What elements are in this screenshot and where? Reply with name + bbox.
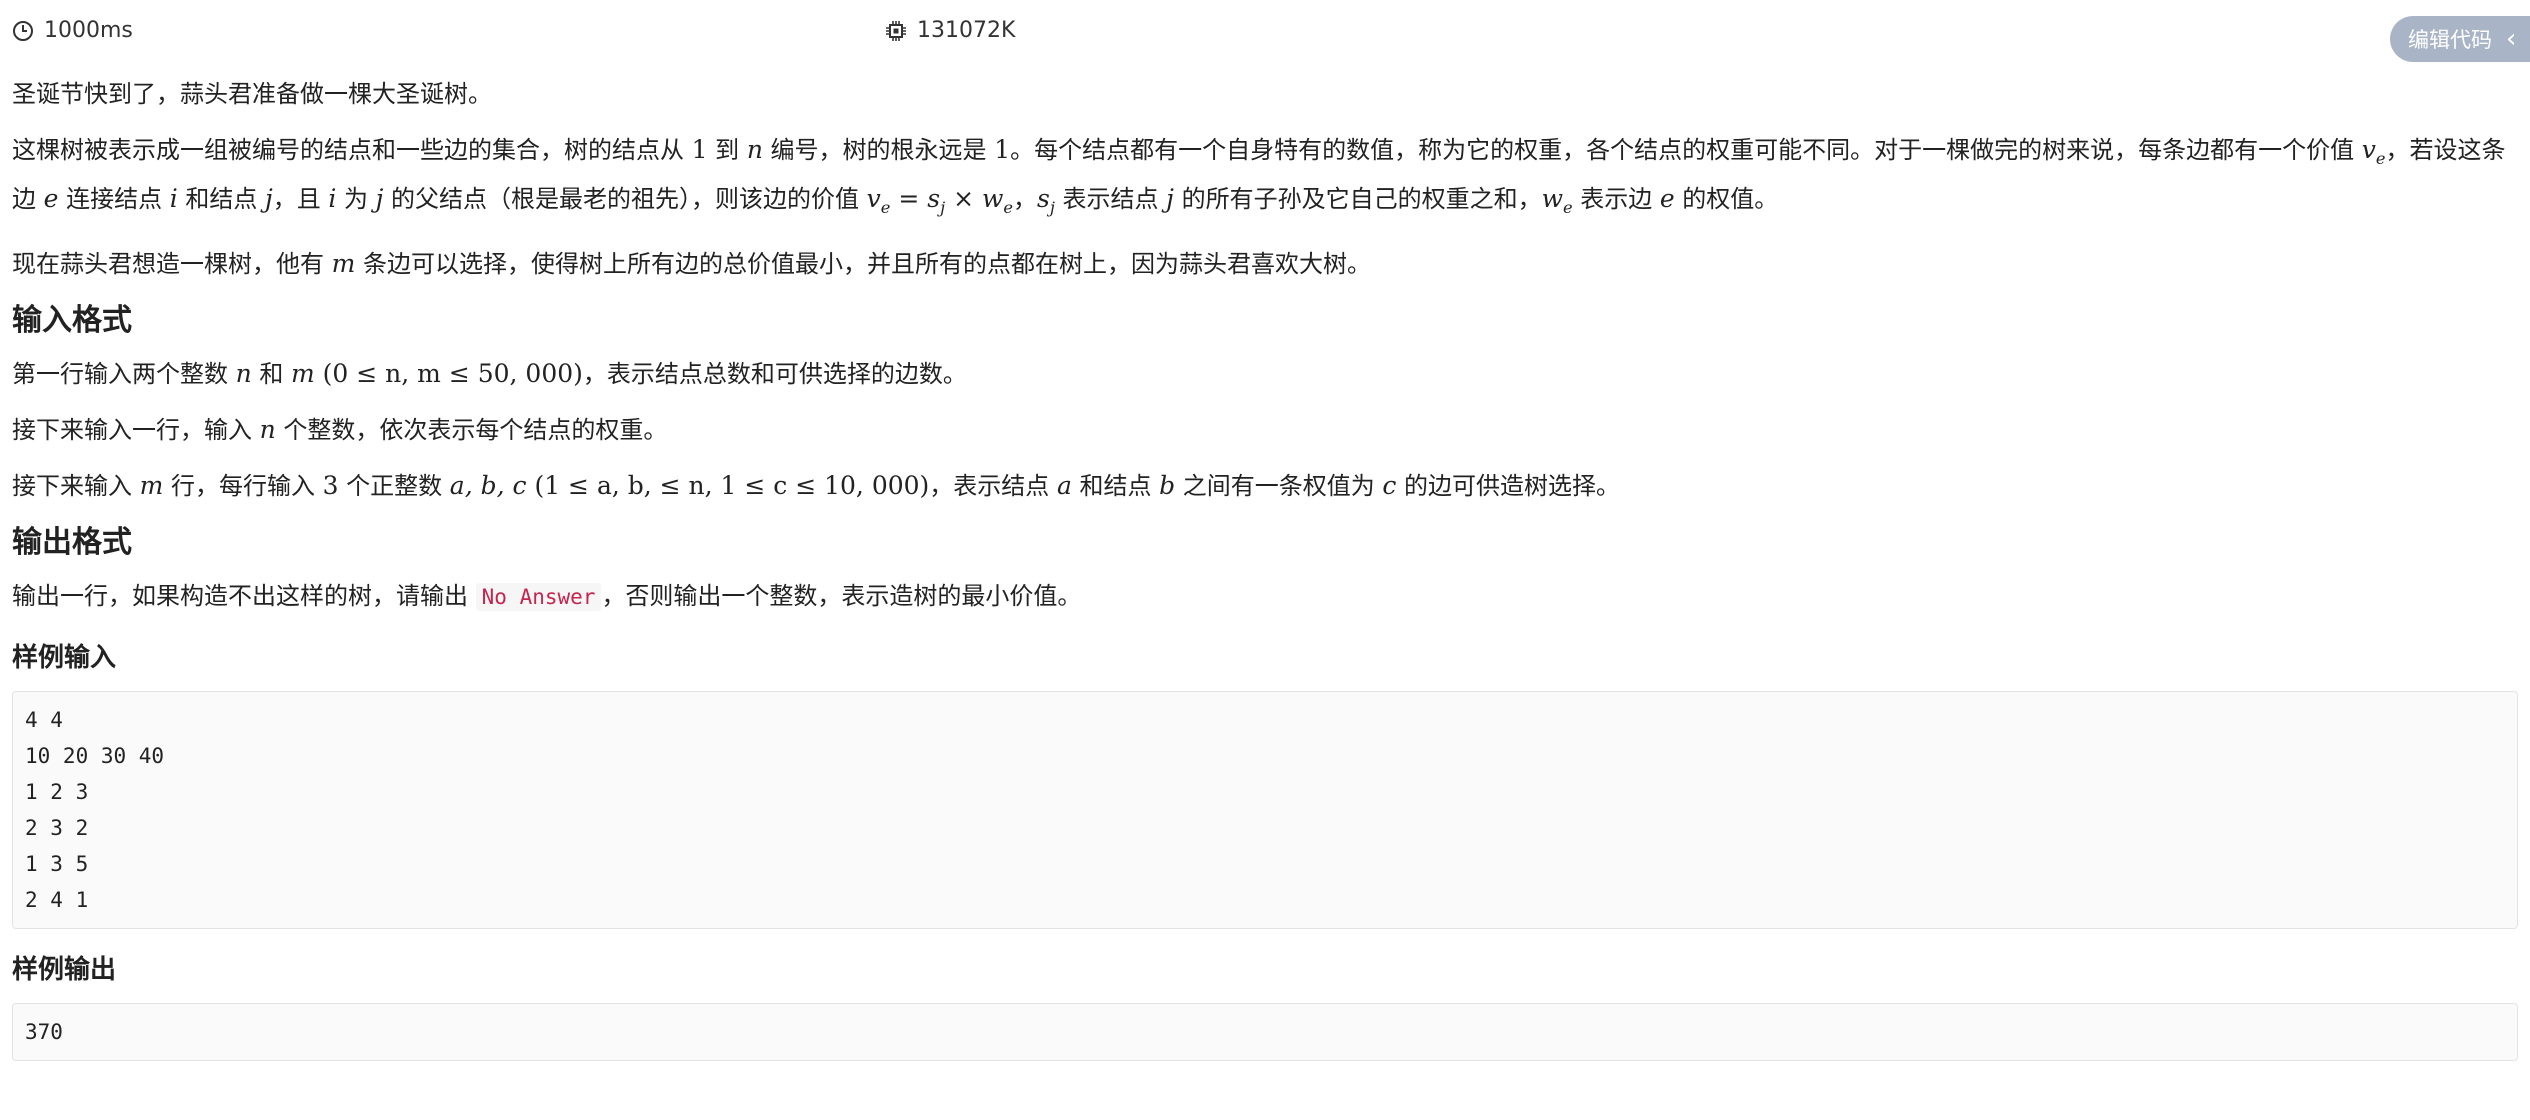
edit-code-button[interactable]: 编辑代码 ‹ [2390, 16, 2530, 62]
sample-output-line: 370 [25, 1020, 63, 1044]
time-limit: 1000ms [12, 18, 133, 43]
definition-paragraph: 这棵树被表示成一组被编号的结点和一些边的集合，树的结点从 1 到 n 编号，树的… [12, 135, 2506, 217]
sample-output-heading: 样例输出 [12, 955, 117, 985]
input-line-2: 接下来输入一行，输入 n 个整数，依次表示每个结点的权重。 [12, 415, 668, 444]
chevron-left-icon: ‹ [2506, 24, 2517, 54]
chip-icon [886, 20, 906, 41]
problem-content: 圣诞节快到了，蒜头君准备做一棵大圣诞树。 这棵树被表示成一组被编号的结点和一些边… [12, 74, 2518, 1061]
sample-input-line: 1 2 3 [25, 780, 89, 804]
sample-input-line: 2 3 2 [25, 816, 89, 840]
no-answer-code: No Answer [475, 583, 602, 611]
intro-paragraph: 圣诞节快到了，蒜头君准备做一棵大圣诞树。 [12, 80, 492, 108]
sample-input-line: 4 4 [25, 708, 63, 732]
input-format-heading: 输入格式 [12, 303, 132, 338]
sample-input-line: 1 3 5 [25, 852, 89, 876]
input-line-1: 第一行输入两个整数 n 和 m (0 ≤ n, m ≤ 50, 000)，表示结… [12, 359, 967, 388]
edit-code-label: 编辑代码 [2408, 28, 2492, 52]
memory-limit: 131072K [885, 18, 1015, 43]
output-line-1: 输出一行，如果构造不出这样的树，请输出 No Answer ，否则输出一个整数，表… [12, 582, 1082, 611]
memory-limit-value: 131072K [917, 18, 1016, 43]
problem-meta-bar: 1000ms 131072K 编辑代码 ‹ [12, 14, 2530, 62]
sample-input-heading: 样例输入 [12, 643, 117, 673]
sample-output-block[interactable]: 370 [12, 1003, 2518, 1061]
input-line-3: 接下来输入 m 行，每行输入 3 个正整数 a, b, c (1 ≤ a, b,… [12, 471, 1621, 500]
goal-paragraph: 现在蒜头君想造一棵树，他有 m 条边可以选择，使得树上所有边的总价值最小，并且所… [12, 249, 1371, 278]
clock-icon [13, 20, 33, 41]
sample-input-line: 2 4 1 [25, 888, 89, 912]
output-format-heading: 输出格式 [12, 525, 132, 560]
sample-input-line: 10 20 30 40 [25, 744, 165, 768]
sample-input-block[interactable]: 4 4 10 20 30 40 1 2 3 2 3 2 1 3 5 2 4 1 [12, 691, 2518, 929]
time-limit-value: 1000ms [44, 18, 133, 43]
